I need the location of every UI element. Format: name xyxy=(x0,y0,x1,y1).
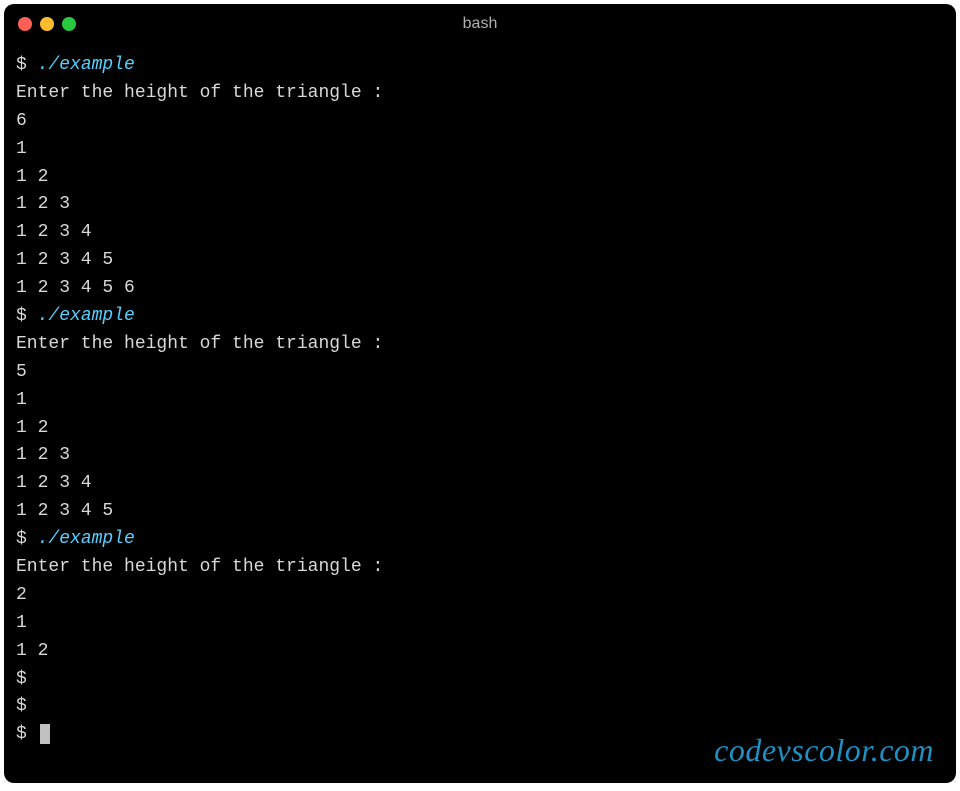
output-text: 1 2 3 4 5 xyxy=(16,501,113,521)
prompt-symbol: $ xyxy=(16,669,27,689)
maximize-icon[interactable] xyxy=(62,17,76,31)
terminal-line: 6 xyxy=(16,108,944,136)
output-text: Enter the height of the triangle : xyxy=(16,557,383,577)
output-text: 1 2 xyxy=(16,167,48,187)
output-text: 2 xyxy=(16,585,27,605)
prompt-symbol: $ xyxy=(16,306,38,326)
terminal-line: 1 2 3 4 xyxy=(16,470,944,498)
watermark: codevscolor.com xyxy=(714,732,934,769)
terminal-line: 1 2 3 xyxy=(16,442,944,470)
close-icon[interactable] xyxy=(18,17,32,31)
output-text: 1 xyxy=(16,139,27,159)
output-text: 1 2 3 4 xyxy=(16,473,92,493)
output-text: 1 2 3 4 5 xyxy=(16,250,113,270)
output-text: 1 2 3 4 5 6 xyxy=(16,278,135,298)
terminal-line: $ ./example xyxy=(16,526,944,554)
terminal-line: 1 xyxy=(16,136,944,164)
window-title: bash xyxy=(463,15,498,33)
output-text: 1 xyxy=(16,613,27,633)
terminal-line: $ xyxy=(16,693,944,721)
terminal-window: bash $ ./example Enter the height of the … xyxy=(4,4,956,783)
cursor-icon xyxy=(40,724,50,744)
title-bar: bash xyxy=(4,4,956,44)
output-text: 1 2 3 4 xyxy=(16,222,92,242)
prompt-symbol: $ xyxy=(16,55,38,75)
terminal-line: 1 2 3 xyxy=(16,191,944,219)
terminal-line: 1 2 3 4 5 xyxy=(16,498,944,526)
prompt-symbol: $ xyxy=(16,724,38,744)
output-text: 6 xyxy=(16,111,27,131)
terminal-line: 5 xyxy=(16,359,944,387)
command-text: ./example xyxy=(38,306,135,326)
terminal-line: 1 2 xyxy=(16,415,944,443)
terminal-line: 1 2 3 4 xyxy=(16,219,944,247)
terminal-line: 2 xyxy=(16,582,944,610)
terminal-line: 1 xyxy=(16,387,944,415)
terminal-line: 1 xyxy=(16,610,944,638)
output-text: 1 2 xyxy=(16,641,48,661)
prompt-symbol: $ xyxy=(16,696,27,716)
terminal-line: 1 2 xyxy=(16,638,944,666)
command-text: ./example xyxy=(38,55,135,75)
output-text: 1 2 3 xyxy=(16,194,70,214)
terminal-line: Enter the height of the triangle : xyxy=(16,554,944,582)
minimize-icon[interactable] xyxy=(40,17,54,31)
output-text: Enter the height of the triangle : xyxy=(16,83,383,103)
command-text: ./example xyxy=(38,529,135,549)
traffic-lights xyxy=(18,17,76,31)
terminal-line: $ xyxy=(16,666,944,694)
terminal-line: 1 2 3 4 5 6 xyxy=(16,275,944,303)
terminal-content[interactable]: $ ./example Enter the height of the trian… xyxy=(4,44,956,783)
terminal-line: 1 2 xyxy=(16,164,944,192)
prompt-symbol: $ xyxy=(16,529,38,549)
terminal-line: 1 2 3 4 5 xyxy=(16,247,944,275)
output-text: 1 2 xyxy=(16,418,48,438)
terminal-line: $ ./example xyxy=(16,52,944,80)
terminal-line: Enter the height of the triangle : xyxy=(16,80,944,108)
terminal-line: Enter the height of the triangle : xyxy=(16,331,944,359)
output-text: 1 2 3 xyxy=(16,445,70,465)
output-text: 1 xyxy=(16,390,27,410)
output-text: 5 xyxy=(16,362,27,382)
output-text: Enter the height of the triangle : xyxy=(16,334,383,354)
terminal-line: $ ./example xyxy=(16,303,944,331)
